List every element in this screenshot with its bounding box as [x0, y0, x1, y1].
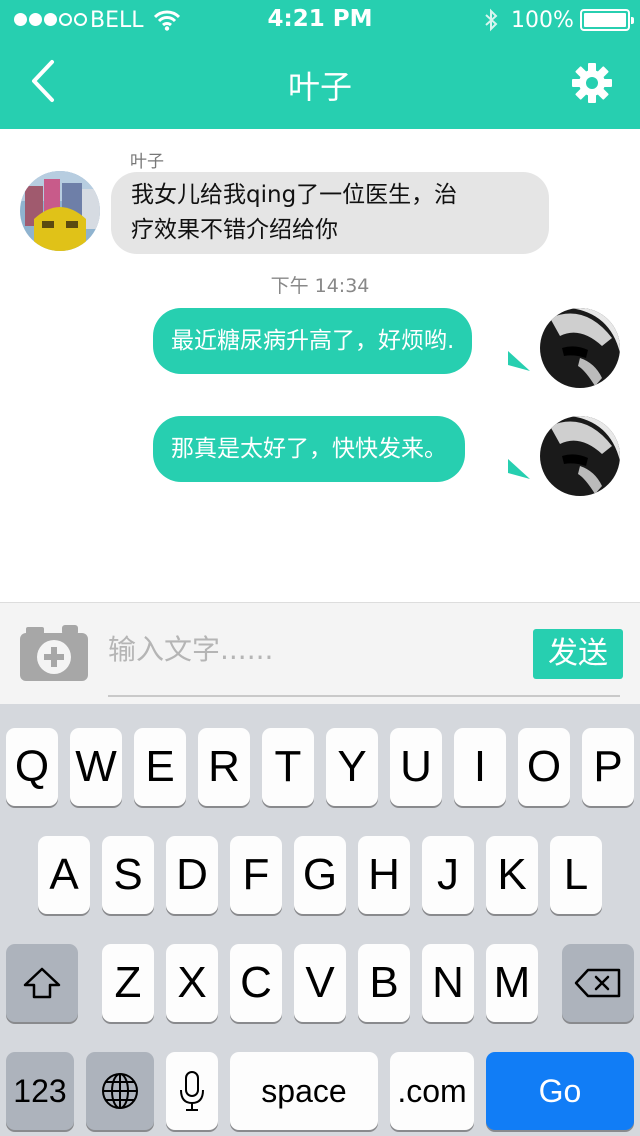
battery-icon — [580, 9, 634, 31]
user-avatar[interactable] — [540, 308, 620, 388]
send-button[interactable]: 发送 — [533, 629, 623, 679]
status-bar: BELL 4:21 PM 100% — [0, 0, 640, 40]
incoming-message-line: 疗效果不错介绍给你 — [131, 217, 338, 243]
key-m[interactable]: M — [486, 944, 538, 1022]
key-p[interactable]: P — [582, 728, 634, 806]
delete-key[interactable] — [562, 944, 634, 1022]
key-f[interactable]: F — [230, 836, 282, 914]
key-l[interactable]: L — [550, 836, 602, 914]
numbers-key[interactable]: 123 — [6, 1052, 74, 1130]
key-u[interactable]: U — [390, 728, 442, 806]
globe-icon — [102, 1073, 138, 1109]
message-input[interactable] — [108, 627, 518, 671]
chat-messages[interactable]: 叶子 我女儿给我qing了一位医生，治 疗效果不错介绍给你 下午 14:34 最… — [0, 129, 640, 602]
key-b[interactable]: B — [358, 944, 410, 1022]
key-i[interactable]: I — [454, 728, 506, 806]
key-j[interactable]: J — [422, 836, 474, 914]
dotcom-key[interactable]: .com — [390, 1052, 474, 1130]
outgoing-message-bubble[interactable]: 最近糖尿病升高了，好烦哟. — [153, 308, 473, 374]
shift-icon — [23, 967, 61, 999]
key-a[interactable]: A — [38, 836, 90, 914]
key-e[interactable]: E — [134, 728, 186, 806]
sender-name: 叶子 — [130, 152, 164, 172]
key-w[interactable]: W — [70, 728, 122, 806]
key-n[interactable]: N — [422, 944, 474, 1022]
nav-header: BELL 4:21 PM 100% 叶子 — [0, 0, 640, 129]
contact-avatar[interactable] — [20, 171, 100, 251]
key-y[interactable]: Y — [326, 728, 378, 806]
bluetooth-icon — [485, 8, 498, 32]
gear-icon — [572, 63, 612, 103]
key-t[interactable]: T — [262, 728, 314, 806]
key-k[interactable]: K — [486, 836, 538, 914]
incoming-message-bubble[interactable]: 我女儿给我qing了一位医生，治 疗效果不错介绍给你 — [111, 172, 549, 254]
page-title: 叶子 — [287, 68, 352, 106]
key-g[interactable]: G — [294, 836, 346, 914]
battery-percent: 100% — [511, 8, 574, 33]
input-underline — [108, 695, 620, 697]
message-timestamp: 下午 14:34 — [270, 275, 370, 297]
key-x[interactable]: X — [166, 944, 218, 1022]
go-key[interactable]: Go — [486, 1052, 634, 1130]
key-o[interactable]: O — [518, 728, 570, 806]
user-avatar[interactable] — [540, 416, 620, 496]
space-key[interactable]: space — [230, 1052, 378, 1130]
key-z[interactable]: Z — [102, 944, 154, 1022]
outgoing-message-bubble[interactable]: 那真是太好了，快快发来。 — [153, 416, 465, 482]
keyboard: Q W E R T Y U I O P A S D F G H J K L Z … — [0, 704, 640, 1136]
globe-key[interactable] — [86, 1052, 154, 1130]
settings-button[interactable] — [570, 61, 614, 105]
key-c[interactable]: C — [230, 944, 282, 1022]
key-d[interactable]: D — [166, 836, 218, 914]
camera-plus-icon — [20, 625, 88, 681]
key-v[interactable]: V — [294, 944, 346, 1022]
shift-key[interactable] — [6, 944, 78, 1022]
incoming-message-line: 我女儿给我qing了一位医生，治 — [131, 182, 458, 208]
camera-button[interactable] — [18, 623, 90, 683]
key-q[interactable]: Q — [6, 728, 58, 806]
microphone-key[interactable] — [166, 1052, 218, 1130]
message-input-bar: 发送 — [0, 602, 640, 704]
delete-icon — [574, 968, 621, 998]
bubble-tail — [508, 351, 530, 371]
key-r[interactable]: R — [198, 728, 250, 806]
bubble-tail — [508, 459, 530, 479]
key-s[interactable]: S — [102, 836, 154, 914]
key-h[interactable]: H — [358, 836, 410, 914]
microphone-icon — [180, 1071, 204, 1111]
